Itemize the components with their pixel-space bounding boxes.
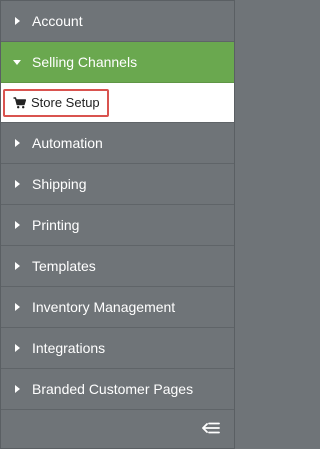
caret-right-icon — [13, 344, 25, 352]
settings-sidebar: Account Selling Channels Store Setup Aut… — [0, 0, 235, 449]
sidebar-item-label: Integrations — [32, 340, 106, 356]
caret-right-icon — [13, 139, 25, 147]
sidebar-item-selling-channels[interactable]: Selling Channels — [1, 42, 234, 83]
subitem-store-setup[interactable]: Store Setup — [3, 88, 109, 117]
collapse-sidebar-icon[interactable] — [202, 421, 220, 435]
sidebar-item-automation[interactable]: Automation — [1, 123, 234, 164]
sidebar-item-branded-customer-pages[interactable]: Branded Customer Pages — [1, 369, 234, 410]
sidebar-item-label: Branded Customer Pages — [32, 381, 194, 397]
sidebar-item-label: Inventory Management — [32, 299, 176, 315]
sidebar-item-inventory-management[interactable]: Inventory Management — [1, 287, 234, 328]
sidebar-item-printing[interactable]: Printing — [1, 205, 234, 246]
sidebar-footer — [1, 407, 234, 448]
caret-right-icon — [13, 385, 25, 393]
cart-icon — [13, 96, 26, 109]
subitem-label: Store Setup — [31, 95, 100, 110]
selling-channels-submenu: Store Setup — [1, 83, 234, 123]
sidebar-item-account[interactable]: Account — [1, 1, 234, 42]
sidebar-item-label: Printing — [32, 217, 80, 233]
sidebar-item-templates[interactable]: Templates — [1, 246, 234, 287]
sidebar-item-label: Automation — [32, 135, 103, 151]
sidebar-item-shipping[interactable]: Shipping — [1, 164, 234, 205]
sidebar-item-label: Templates — [32, 258, 96, 274]
sidebar-item-integrations[interactable]: Integrations — [1, 328, 234, 369]
caret-right-icon — [13, 17, 25, 25]
caret-right-icon — [13, 303, 25, 311]
caret-right-icon — [13, 221, 25, 229]
sidebar-item-label: Shipping — [32, 176, 87, 192]
caret-right-icon — [13, 262, 25, 270]
sidebar-item-label: Selling Channels — [32, 54, 138, 70]
caret-down-icon — [13, 59, 25, 65]
caret-right-icon — [13, 180, 25, 188]
sidebar-item-label: Account — [32, 13, 83, 29]
